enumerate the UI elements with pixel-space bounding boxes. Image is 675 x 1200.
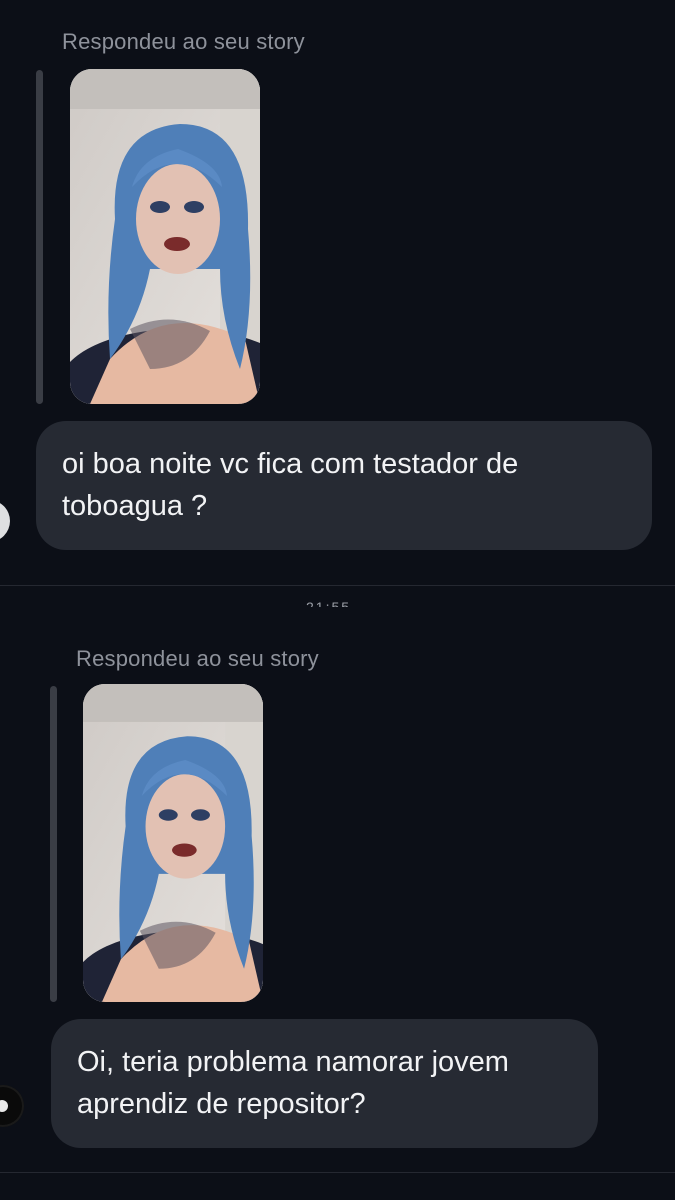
- story-reply-indicator: [50, 686, 57, 1002]
- dm-thread: Respondeu ao seu story oi boa noite vc f…: [0, 0, 675, 1200]
- story-photo-icon: [83, 684, 263, 1002]
- story-thumbnail[interactable]: [83, 684, 263, 1002]
- message-bubble[interactable]: oi boa noite vc fica com testador de tob…: [36, 421, 652, 550]
- story-reply-indicator: [36, 70, 43, 404]
- section-divider: [0, 585, 675, 586]
- sender-avatar[interactable]: [0, 500, 10, 542]
- time-separator: 21:55: [306, 599, 352, 607]
- message-bubble[interactable]: Oi, teria problema namorar jovem aprendi…: [51, 1019, 598, 1148]
- story-reply-label: Respondeu ao seu story: [62, 29, 305, 54]
- section-divider: [0, 1172, 675, 1173]
- story-reply-label: Respondeu ao seu story: [76, 646, 319, 671]
- story-photo-icon: [70, 69, 260, 404]
- story-thumbnail[interactable]: [70, 69, 260, 404]
